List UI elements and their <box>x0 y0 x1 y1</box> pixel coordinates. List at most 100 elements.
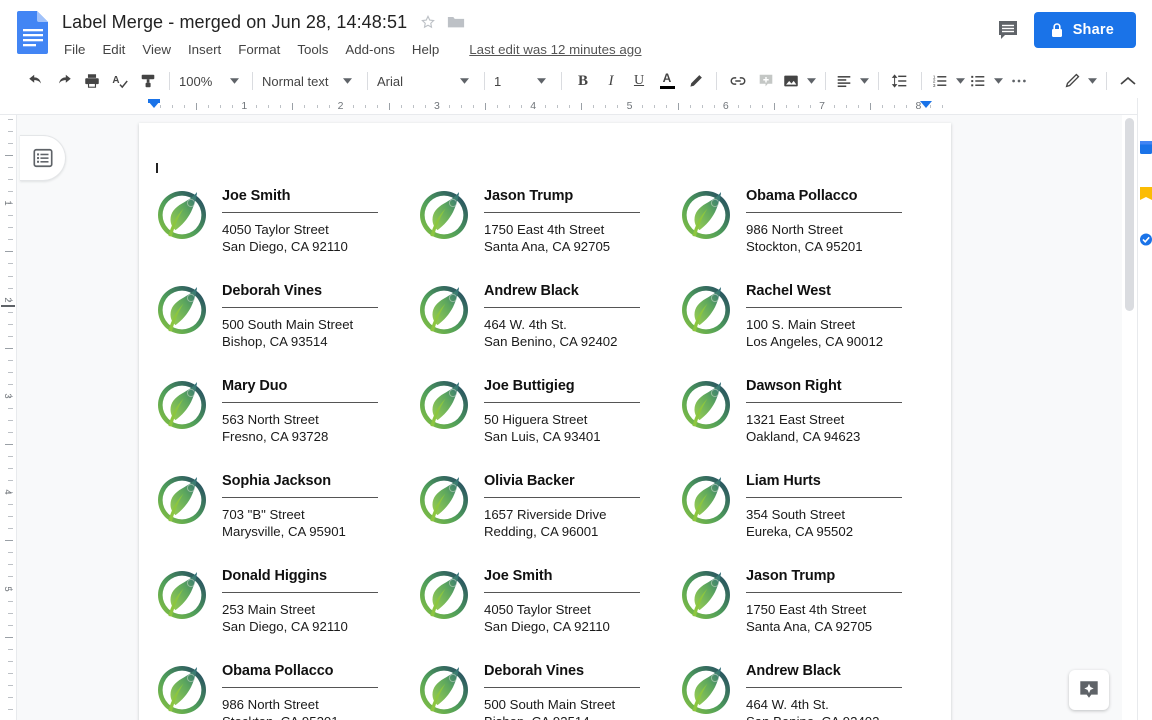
vertical-margin-marker[interactable] <box>1 305 15 307</box>
collapse-chevron-up-icon[interactable] <box>1114 67 1142 95</box>
label-cell[interactable]: Joe Smith 4050 Taylor Street San Diego, CA… <box>153 178 415 273</box>
label-cell[interactable]: Deborah Vines500 South Main StreetBishop… <box>415 653 677 720</box>
menu-item-edit[interactable]: Edit <box>102 42 125 57</box>
menu-item-add-ons[interactable]: Add-ons <box>345 42 395 57</box>
label-cell[interactable]: Joe Smith 4050 Taylor Street San Diego, CA… <box>415 558 677 653</box>
label-cell[interactable]: Joe Buttigieg 50 Higuera Street San Luis, … <box>415 368 677 463</box>
link-icon[interactable] <box>724 67 752 95</box>
label-cell[interactable]: Jason Trump 1750 East 4th Street Santa Ana… <box>415 178 677 273</box>
italic-button[interactable]: I <box>597 67 625 95</box>
bulleted-list-dropdown[interactable] <box>967 67 1005 95</box>
calendar-icon[interactable] <box>1140 140 1152 155</box>
leaf-circle-logo <box>158 381 206 429</box>
line-spacing-icon[interactable] <box>886 67 914 95</box>
undo-icon[interactable] <box>22 67 50 95</box>
star-icon[interactable] <box>419 13 437 31</box>
label-cell[interactable]: Sophia Jackson 703 "B" Street Marysville, … <box>153 463 415 558</box>
label-cell[interactable]: Donald Higgins 253 Main Street San Diego, … <box>153 558 415 653</box>
label-divider <box>746 687 902 688</box>
ruler-tick <box>509 105 511 108</box>
leaf-circle-logo <box>682 191 730 239</box>
ruler-tick <box>8 648 13 650</box>
ruler-tick <box>5 251 13 253</box>
menu-item-view[interactable]: View <box>142 42 171 57</box>
paragraph-style-dropdown[interactable]: Normal text <box>260 67 360 95</box>
vertical-ruler[interactable]: 1 2 3 4 5 <box>0 115 17 720</box>
label-text-block: Deborah Vines 500 South Main StreetBishop… <box>222 279 400 350</box>
ruler-tick <box>8 612 13 614</box>
ruler-tick <box>8 323 13 325</box>
label-cell[interactable]: Obama Pollacco986 North StreetStockton, … <box>153 653 415 720</box>
label-cell[interactable]: Deborah Vines500 South Main StreetBishop… <box>153 273 415 368</box>
tasks-icon[interactable] <box>1140 232 1152 247</box>
menu-item-file[interactable]: File <box>64 42 85 57</box>
vertical-scrollbar[interactable] <box>1122 115 1137 720</box>
highlight-pen-icon[interactable] <box>681 67 709 95</box>
align-dropdown[interactable] <box>833 67 871 95</box>
paint-format-icon[interactable] <box>134 67 162 95</box>
redo-icon[interactable] <box>50 67 78 95</box>
ruler-tick <box>593 105 595 108</box>
menu-item-insert[interactable]: Insert <box>188 42 221 57</box>
header-actions: Share <box>996 12 1136 48</box>
label-recipient-name: Deborah Vines <box>222 283 322 299</box>
horizontal-ruler[interactable]: 12345678 <box>0 98 1137 115</box>
label-cell[interactable]: Andrew Black464 W. 4th St.San Benino, CA… <box>415 273 677 368</box>
edit-mode-dropdown[interactable] <box>1061 67 1099 95</box>
ruler-tick <box>8 504 13 506</box>
label-cell[interactable]: Dawson Right 1321 East Street Oakland, CA … <box>677 368 939 463</box>
label-recipient-name: Deborah Vines <box>484 663 584 679</box>
ruler-tick <box>8 407 13 409</box>
label-text-block: Dawson Right 1321 East Street Oakland, CA … <box>746 374 924 445</box>
label-cell[interactable]: Mary Duo 563 North Street Fresno, CA 93728 <box>153 368 415 463</box>
left-indent-marker[interactable] <box>148 101 160 108</box>
spellcheck-icon[interactable]: A <box>106 67 134 95</box>
ruler-tick <box>8 516 13 518</box>
right-indent-marker[interactable] <box>920 101 932 108</box>
label-recipient-name: Obama Pollacco <box>222 663 334 679</box>
ruler-tick <box>8 684 13 686</box>
comment-icon[interactable] <box>996 18 1020 42</box>
label-cell[interactable]: Liam Hurts 354 South Street Eureka, CA 955… <box>677 463 939 558</box>
font-family-dropdown[interactable]: Arial <box>375 67 477 95</box>
label-street: 4050 Taylor Street <box>484 602 591 617</box>
ruler-tick <box>858 105 860 108</box>
label-cell[interactable]: Olivia Backer 1657 Riverside Drive Redding… <box>415 463 677 558</box>
folder-icon[interactable] <box>447 14 465 30</box>
ruler-tick <box>653 105 655 108</box>
label-divider <box>222 307 378 308</box>
label-cell[interactable]: Obama Pollacco986 North StreetStockton, … <box>677 178 939 273</box>
font-size-dropdown[interactable]: 1 <box>492 67 554 95</box>
zoom-dropdown[interactable]: 100% <box>177 67 245 95</box>
label-street: 354 South Street <box>746 507 845 522</box>
page-title[interactable]: Label Merge - merged on Jun 28, 14:48:51 <box>62 12 407 33</box>
keep-notes-icon[interactable] <box>1140 186 1152 201</box>
label-cell[interactable]: Jason Trump 1750 East 4th Street Santa Ana… <box>677 558 939 653</box>
explore-button[interactable] <box>1069 670 1109 710</box>
text-color-button[interactable]: A <box>653 67 681 95</box>
numbered-list-dropdown[interactable]: 123 <box>929 67 967 95</box>
last-edit-link[interactable]: Last edit was 12 minutes ago <box>469 42 641 57</box>
label-city: Fresno, CA 93728 <box>222 428 329 444</box>
label-recipient-name: Mary Duo <box>222 378 288 394</box>
document-page[interactable]: Joe Smith 4050 Taylor Street San Diego, CA… <box>139 123 951 720</box>
menu-item-tools[interactable]: Tools <box>297 42 328 57</box>
ruler-tick <box>761 105 763 108</box>
chevron-down-icon <box>1088 78 1097 84</box>
underline-button[interactable]: U <box>625 67 653 95</box>
menu-item-help[interactable]: Help <box>412 42 439 57</box>
ruler-tick <box>8 624 13 626</box>
print-icon[interactable] <box>78 67 106 95</box>
ruler-number: 4 <box>530 100 537 112</box>
align-left-icon <box>837 76 851 88</box>
scrollbar-thumb[interactable] <box>1125 118 1134 311</box>
label-cell[interactable]: Andrew Black464 W. 4th St.San Benino, CA… <box>677 653 939 720</box>
bold-button[interactable]: B <box>569 67 597 95</box>
menu-item-format[interactable]: Format <box>238 42 280 57</box>
insert-image-dropdown[interactable] <box>780 67 818 95</box>
document-outline-button[interactable] <box>20 135 66 181</box>
add-comment-icon[interactable] <box>752 67 780 95</box>
share-button[interactable]: Share <box>1033 12 1136 48</box>
more-options-icon[interactable] <box>1005 67 1033 95</box>
label-cell[interactable]: Rachel West 100 S. Main Street Los Angeles… <box>677 273 939 368</box>
